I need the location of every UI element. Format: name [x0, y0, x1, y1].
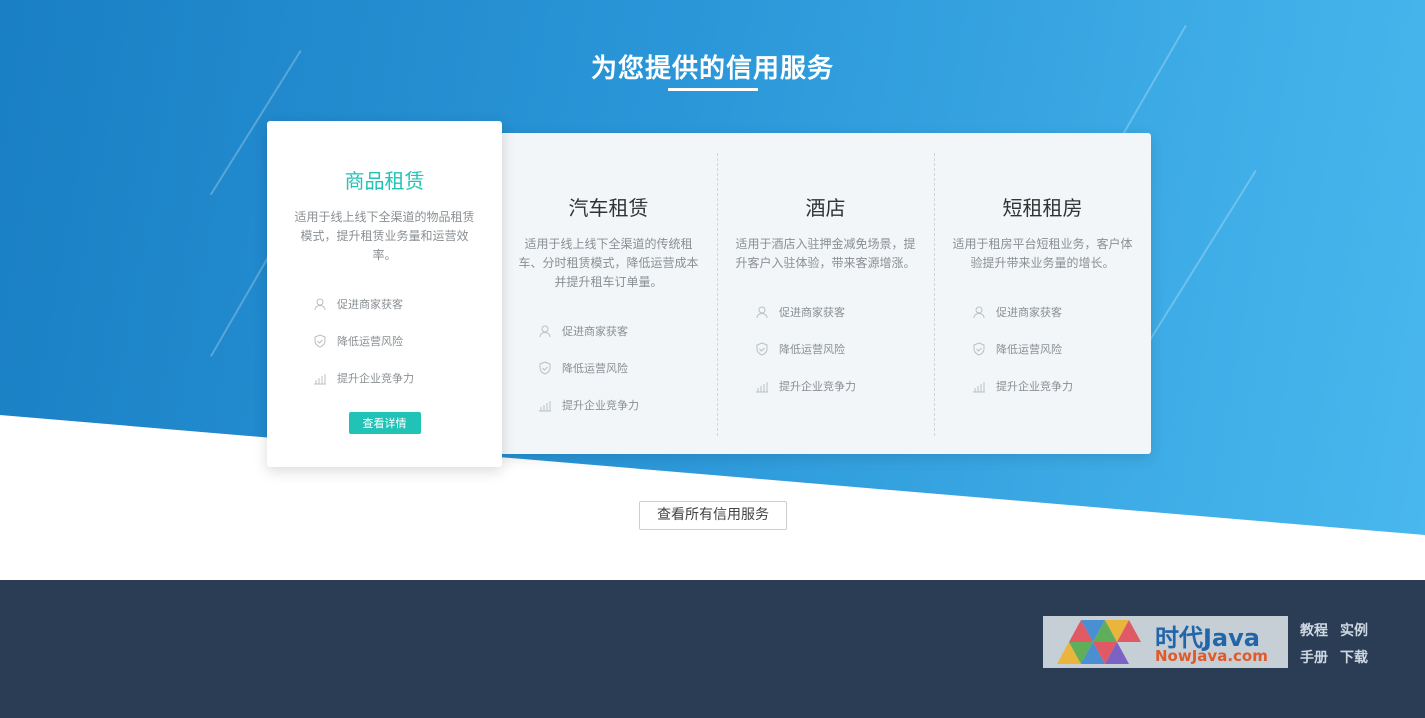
feature-item: 促进商家获客: [538, 312, 699, 349]
service-description: 适用于酒店入驻押金减免场景，提升客户入驻体验，带来客源增涨。: [735, 237, 916, 270]
service-name: 酒店: [805, 196, 846, 220]
title-underline: [668, 88, 758, 91]
chart-icon: [972, 379, 986, 393]
watermark-link[interactable]: 下载: [1340, 647, 1380, 667]
feature-label: 降低运营风险: [996, 342, 1062, 356]
feature-item: 促进商家获客: [755, 293, 916, 330]
feature-item: 促进商家获客: [972, 293, 1133, 330]
feature-label: 降低运营风险: [779, 342, 845, 356]
user-icon: [972, 305, 986, 319]
service-description: 适用于线上线下全渠道的物品租赁模式，提升租赁业务量和运营效率。: [294, 210, 475, 262]
feature-label: 提升企业竞争力: [337, 371, 414, 385]
shield-icon: [313, 333, 327, 348]
feature-item: 降低运营风险: [313, 322, 480, 359]
watermark-link[interactable]: 实例: [1340, 620, 1380, 640]
feature-list: 促进商家获客 降低运营风险 提升企业竞争力: [952, 293, 1133, 404]
chart-icon: [755, 379, 769, 393]
feature-list: 促进商家获客 降低运营风险 提升企业竞争力: [289, 285, 480, 396]
feature-list: 促进商家获客 降低运营风险 提升企业竞争力: [518, 312, 699, 423]
feature-label: 提升企业竞争力: [996, 379, 1073, 393]
feature-item: 降低运营风险: [538, 349, 699, 386]
section-title: 为您提供的信用服务: [590, 54, 834, 84]
watermark-links: 教程 实例 手册 下载: [1300, 620, 1380, 667]
view-all-services-button[interactable]: 查看所有信用服务: [639, 501, 787, 530]
feature-label: 促进商家获客: [996, 305, 1062, 319]
feature-label: 降低运营风险: [337, 334, 403, 348]
service-name: 汽车租赁: [568, 196, 649, 220]
shield-icon: [972, 341, 986, 356]
feature-item: 提升企业竞争力: [755, 367, 916, 404]
watermark-link[interactable]: 教程: [1300, 620, 1340, 640]
chart-icon: [538, 398, 552, 412]
user-icon: [313, 297, 327, 311]
feature-list: 促进商家获客 降低运营风险 提升企业竞争力: [735, 293, 916, 404]
feature-label: 促进商家获客: [337, 297, 403, 311]
feature-label: 提升企业竞争力: [779, 379, 856, 393]
service-description: 适用于线上线下全渠道的传统租车、分时租赁模式，降低运营成本并提升租车订单量。: [518, 237, 699, 289]
feature-item: 提升企业竞争力: [972, 367, 1133, 404]
user-icon: [538, 324, 552, 338]
watermark-logo: 时代Java NowJava.com: [1043, 616, 1288, 668]
user-icon: [755, 305, 769, 319]
services-panel: 汽车租赁 适用于线上线下全渠道的传统租车、分时租赁模式，降低运营成本并提升租车订…: [500, 133, 1151, 454]
feature-item: 促进商家获客: [313, 285, 480, 322]
watermark-link[interactable]: 手册: [1300, 647, 1340, 667]
feature-item: 降低运营风险: [755, 330, 916, 367]
service-card-short-rent[interactable]: 短租租房 适用于租房平台短租业务，客户体验提升带来业务量的增长。 促进商家获客 …: [934, 133, 1151, 454]
shield-icon: [755, 341, 769, 356]
service-description: 适用于租房平台短租业务，客户体验提升带来业务量的增长。: [952, 237, 1133, 270]
feature-item: 提升企业竞争力: [538, 386, 699, 423]
page: 为您提供的信用服务 汽车租赁 适用于线上线下全渠道的传统租车、分时租赁模式，降低…: [0, 0, 1425, 718]
shield-icon: [538, 360, 552, 375]
service-card-goods-rental[interactable]: 商品租赁 适用于线上线下全渠道的物品租赁模式，提升租赁业务量和运营效率。 促进商…: [267, 121, 502, 467]
triangle-logo-icon: [1057, 620, 1141, 664]
view-details-button[interactable]: 查看详情: [348, 412, 421, 434]
watermark-url: NowJava.com: [1155, 647, 1268, 665]
feature-item: 降低运营风险: [972, 330, 1133, 367]
feature-label: 提升企业竞争力: [562, 398, 639, 412]
feature-item: 提升企业竞争力: [313, 359, 480, 396]
service-name: 商品租赁: [344, 169, 425, 193]
feature-label: 促进商家获客: [562, 324, 628, 338]
service-card-hotel[interactable]: 酒店 适用于酒店入驻押金减免场景，提升客户入驻体验，带来客源增涨。 促进商家获客…: [717, 133, 934, 454]
chart-icon: [313, 371, 327, 385]
service-card-car-rental[interactable]: 汽车租赁 适用于线上线下全渠道的传统租车、分时租赁模式，降低运营成本并提升租车订…: [500, 133, 717, 454]
feature-label: 降低运营风险: [562, 361, 628, 375]
service-name: 短租租房: [1002, 196, 1083, 220]
feature-label: 促进商家获客: [779, 305, 845, 319]
